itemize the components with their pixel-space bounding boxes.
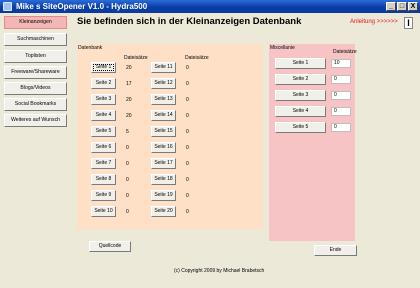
page-button-12[interactable]: Seite 12 [151,78,176,89]
page-button-9[interactable]: Seite 9 [91,190,116,201]
page-size-7: 0 [126,161,129,167]
app-icon [3,2,12,11]
page-button-15[interactable]: Seite 15 [151,126,176,137]
page-size-1: 20 [126,65,132,71]
help-icon[interactable]: I [404,17,413,29]
page-size-20: 0 [186,209,189,215]
nav-item-blogs[interactable]: Blogs/Videos [4,82,67,95]
page-size-14: 0 [186,113,189,119]
page-size-19: 0 [186,193,189,199]
page-size-8: 0 [126,177,129,183]
page-button-3[interactable]: Seite 3 [91,94,116,105]
misc-page-button-3[interactable]: Seite 3 [275,90,326,101]
page-button-14[interactable]: Seite 14 [151,110,176,121]
page-size-2: 17 [126,81,132,87]
page-button-1[interactable]: Seite 1 [91,62,116,73]
page-button-4[interactable]: Seite 4 [91,110,116,121]
window-title: Mike s SiteOpener V1.0 - Hydra500 [16,2,148,11]
page-size-4: 20 [126,113,132,119]
end-button[interactable]: Ende [314,245,357,256]
page-size-17: 0 [186,161,189,167]
app-window: Mike s SiteOpener V1.0 - Hydra500 _ □ X … [0,0,420,288]
misc-size-field-3[interactable]: 0 [331,91,351,100]
page-button-8[interactable]: Seite 8 [91,174,116,185]
page-size-6: 0 [126,145,129,151]
nav-item-social-bookmarks[interactable]: Social Bookmarks [4,98,67,111]
misc-size-field-5[interactable]: 0 [331,123,351,132]
page-size-10: 0 [126,209,129,215]
page-size-9: 0 [126,193,129,199]
page-size-16: 0 [186,145,189,151]
nav-item-kleinanzeigen[interactable]: Kleinanzeigen [4,16,67,29]
page-size-18: 0 [186,177,189,183]
title-bar[interactable]: Mike s SiteOpener V1.0 - Hydra500 _ □ X [0,0,420,13]
source-code-button[interactable]: Quellcode [89,241,131,252]
page-size-3: 20 [126,97,132,103]
size-column-header-right: Dateisätze [185,55,209,61]
page-size-12: 0 [186,81,189,87]
misc-title: Miscellanie [270,45,295,51]
database-panel: Datenbank Dateisätze Dateisätze Seite 1 … [77,44,263,230]
minimize-button[interactable]: _ [386,2,396,11]
page-button-16[interactable]: Seite 16 [151,142,176,153]
page-size-15: 0 [186,129,189,135]
page-title: Sie befinden sich in der Kleinanzeigen D… [77,16,302,27]
misc-page-button-4[interactable]: Seite 4 [275,106,326,117]
close-button[interactable]: X [408,2,418,11]
copyright-text: (c) Copyright 2009 by Michael Brabetsch [174,268,265,274]
database-title: Datenbank [78,45,103,51]
page-size-13: 0 [186,97,189,103]
page-button-18[interactable]: Seite 18 [151,174,176,185]
page-button-19[interactable]: Seite 19 [151,190,176,201]
page-size-11: 0 [186,65,189,71]
nav-item-suchmaschinen[interactable]: Suchmaschinen [4,33,67,46]
misc-panel: Miscellanie Dateisätze Seite 1 10 Seite … [269,44,357,241]
misc-size-column-header: Dateisätze [333,49,357,55]
maximize-button[interactable]: □ [397,2,407,11]
page-button-7[interactable]: Seite 7 [91,158,116,169]
size-column-header-left: Dateisätze [124,55,148,61]
nav-item-toplisten[interactable]: Toplisten [4,50,67,63]
misc-page-button-1[interactable]: Seite 1 [275,58,326,69]
nav-item-weiteres[interactable]: Weiteres auf Wunsch [4,114,67,127]
page-button-17[interactable]: Seite 17 [151,158,176,169]
misc-size-field-2[interactable]: 0 [331,75,351,84]
misc-size-field-4[interactable]: 0 [331,107,351,116]
page-button-2[interactable]: Seite 2 [91,78,116,89]
page-button-20[interactable]: Seite 20 [151,206,176,217]
page-button-13[interactable]: Seite 13 [151,94,176,105]
page-button-11[interactable]: Seite 11 [151,62,176,73]
page-button-6[interactable]: Seite 6 [91,142,116,153]
help-link[interactable]: Anleitung >>>>>> [350,19,398,25]
misc-size-field-1[interactable]: 10 [331,59,351,68]
nav-item-freeware[interactable]: Freeware/Shareware [4,66,67,79]
page-size-5: 5 [126,129,129,135]
page-button-5[interactable]: Seite 5 [91,126,116,137]
misc-page-button-2[interactable]: Seite 2 [275,74,326,85]
page-button-10[interactable]: Seite 10 [91,206,116,217]
misc-page-button-5[interactable]: Seite 5 [275,122,326,133]
